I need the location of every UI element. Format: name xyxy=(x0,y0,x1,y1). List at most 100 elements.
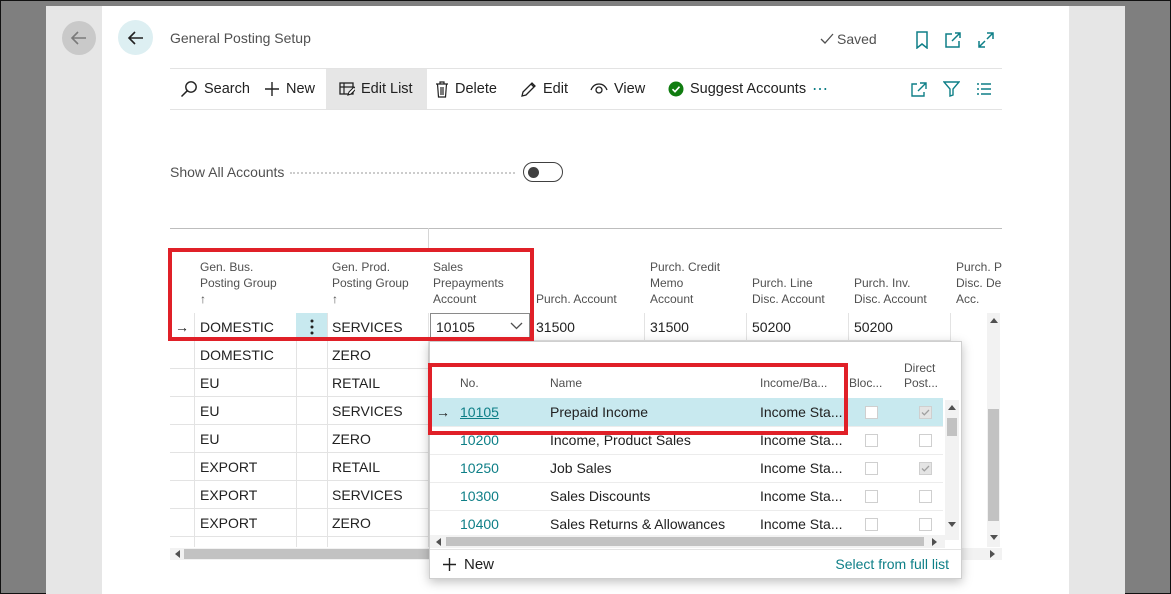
lookup-header-income-balance[interactable]: Income/Ba... xyxy=(760,376,827,391)
page-title: General Posting Setup xyxy=(170,30,311,46)
edit-action[interactable]: Edit xyxy=(520,69,568,109)
table-cell-gen-bus[interactable]: EU xyxy=(200,425,219,453)
scroll-left-icon[interactable] xyxy=(435,538,441,546)
table-cell-gen-prod[interactable]: RETAIL xyxy=(332,369,380,397)
share-button[interactable] xyxy=(910,69,928,109)
lookup-vertical-scrollbar[interactable] xyxy=(945,400,959,540)
account-no-link[interactable]: 10300 xyxy=(460,482,499,510)
sort-ascending-icon: ↑ xyxy=(332,292,338,306)
col-header-purch-credit-memo-account[interactable]: Purch. Credit Memo Account xyxy=(650,259,720,307)
col-header-purch-pmt-disc-debit-acc[interactable]: Purch. Pr Disc. Deb Acc. xyxy=(956,259,1002,307)
header-text: Post... xyxy=(904,376,939,390)
col-header-gen-prod-posting-group[interactable]: Gen. Prod. Posting Group ↑ xyxy=(332,259,409,307)
direct-posting-checkbox xyxy=(919,490,932,503)
lookup-row[interactable]: 10300 Sales Discounts Income Sta... xyxy=(430,482,943,511)
background-back-button[interactable] xyxy=(62,21,96,55)
search-label: Search xyxy=(204,81,250,97)
lookup-header-no[interactable]: No. xyxy=(460,376,479,391)
table-cell-gen-bus[interactable]: EXPORT xyxy=(200,509,257,537)
table-cell-gen-prod[interactable]: RETAIL xyxy=(332,453,380,481)
lookup-header-blocked[interactable]: Bloc... xyxy=(849,376,882,391)
table-cell-gen-bus[interactable]: DOMESTIC xyxy=(200,313,274,341)
checkmark-icon xyxy=(921,409,930,416)
scroll-down-icon[interactable] xyxy=(948,522,956,528)
scroll-up-icon[interactable] xyxy=(990,317,998,323)
chevron-down-icon[interactable] xyxy=(510,321,523,331)
table-cell-gen-bus[interactable]: EXPORT xyxy=(200,481,257,509)
header-text: Disc. Deb xyxy=(956,276,1002,290)
edit-list-action[interactable]: Edit List xyxy=(326,69,427,109)
direct-posting-checkbox xyxy=(919,406,932,419)
bookmark-icon xyxy=(916,31,928,49)
account-name: Sales Returns & Allowances xyxy=(550,516,726,532)
expand-button[interactable] xyxy=(976,30,996,50)
delete-action[interactable]: Delete xyxy=(435,69,497,109)
table-cell-gen-prod[interactable]: ZERO xyxy=(332,341,371,369)
table-cell-purch-line-disc[interactable]: 50200 xyxy=(752,313,791,341)
table-cell-gen-prod[interactable]: SERVICES xyxy=(332,397,403,425)
grid-vertical-scrollbar[interactable] xyxy=(987,313,1000,547)
lookup-header-name[interactable]: Name xyxy=(550,376,582,391)
scrollbar-thumb[interactable] xyxy=(184,549,444,559)
scroll-right-icon[interactable] xyxy=(932,538,938,546)
col-header-sales-prepayments-account[interactable]: Sales Prepayments Account xyxy=(433,259,504,307)
lookup-header-direct-posting[interactable]: Direct Post... xyxy=(904,361,938,391)
account-no-link[interactable]: 10400 xyxy=(460,510,499,538)
new-action[interactable]: New xyxy=(264,69,315,109)
account-no-link[interactable]: 10105 xyxy=(460,398,499,426)
header-text: Disc. Account xyxy=(752,292,825,306)
col-header-purch-inv-disc-account[interactable]: Purch. Inv. Disc. Account xyxy=(854,275,927,307)
direct-posting-checkbox xyxy=(919,462,932,475)
filter-button[interactable] xyxy=(943,69,960,109)
table-cell-gen-prod[interactable]: ZERO xyxy=(332,425,371,453)
list-view-button[interactable] xyxy=(976,69,992,109)
col-header-gen-bus-posting-group[interactable]: Gen. Bus. Posting Group ↑ xyxy=(200,259,277,307)
table-cell-gen-prod[interactable]: SERVICES xyxy=(332,313,403,341)
table-cell-gen-bus[interactable]: DOMESTIC xyxy=(200,341,274,369)
more-options-button[interactable]: ⋯ xyxy=(812,69,829,109)
scroll-right-icon[interactable] xyxy=(990,550,996,558)
toggle-knob xyxy=(528,166,539,178)
show-all-accounts-toggle[interactable] xyxy=(523,162,563,182)
lookup-row[interactable]: → 10105 Prepaid Income Income Sta... xyxy=(430,398,943,427)
table-cell-gen-prod[interactable]: SERVICES xyxy=(332,481,403,509)
suggest-accounts-action[interactable]: Suggest Accounts xyxy=(668,69,806,109)
checkmark-icon xyxy=(921,465,930,472)
background-page-left xyxy=(46,6,102,594)
select-from-full-list-link[interactable]: Select from full list xyxy=(835,550,949,578)
back-button[interactable] xyxy=(118,20,153,55)
table-cell-purch-account[interactable]: 31500 xyxy=(536,313,575,341)
trash-icon xyxy=(436,80,448,98)
table-cell-gen-bus[interactable]: EXPORT xyxy=(200,453,257,481)
lookup-horizontal-scrollbar[interactable] xyxy=(430,535,945,548)
bookmark-button[interactable] xyxy=(912,30,932,50)
lookup-new-button[interactable]: New xyxy=(442,550,495,578)
sort-ascending-icon: ↑ xyxy=(200,292,206,306)
view-action[interactable]: View xyxy=(590,69,645,109)
col-header-purch-line-disc-account[interactable]: Purch. Line Disc. Account xyxy=(752,275,825,307)
table-cell-gen-bus[interactable]: EU xyxy=(200,369,219,397)
scroll-left-icon[interactable] xyxy=(174,550,180,558)
table-cell-gen-bus[interactable]: EU xyxy=(200,397,219,425)
lookup-row[interactable]: 10250 Job Sales Income Sta... xyxy=(430,454,943,483)
open-new-window-button[interactable] xyxy=(943,30,963,50)
scrollbar-thumb[interactable] xyxy=(947,418,957,436)
table-cell-purch-inv-disc[interactable]: 50200 xyxy=(854,313,893,341)
lookup-new-label: New xyxy=(464,556,495,573)
suggest-accounts-label: Suggest Accounts xyxy=(690,81,807,97)
table-cell-gen-prod[interactable]: ZERO xyxy=(332,509,371,537)
scroll-down-icon[interactable] xyxy=(990,535,998,541)
scroll-up-icon[interactable] xyxy=(948,404,956,410)
scrollbar-thumb[interactable] xyxy=(988,409,999,521)
account-no-link[interactable]: 10250 xyxy=(460,454,499,482)
search-action[interactable]: Search xyxy=(180,69,250,109)
eye-icon xyxy=(590,83,608,94)
sales-prepayments-account-input[interactable]: 10105 xyxy=(430,313,530,341)
table-cell-purch-credit-memo[interactable]: 31500 xyxy=(650,313,689,341)
row-menu-button[interactable] xyxy=(296,313,327,340)
account-no-link[interactable]: 10200 xyxy=(460,426,499,454)
col-header-purch-account[interactable]: Purch. Account xyxy=(536,291,617,307)
lookup-row[interactable]: 10200 Income, Product Sales Income Sta..… xyxy=(430,426,943,455)
direct-posting-checkbox xyxy=(919,434,932,447)
scrollbar-thumb[interactable] xyxy=(446,537,924,546)
